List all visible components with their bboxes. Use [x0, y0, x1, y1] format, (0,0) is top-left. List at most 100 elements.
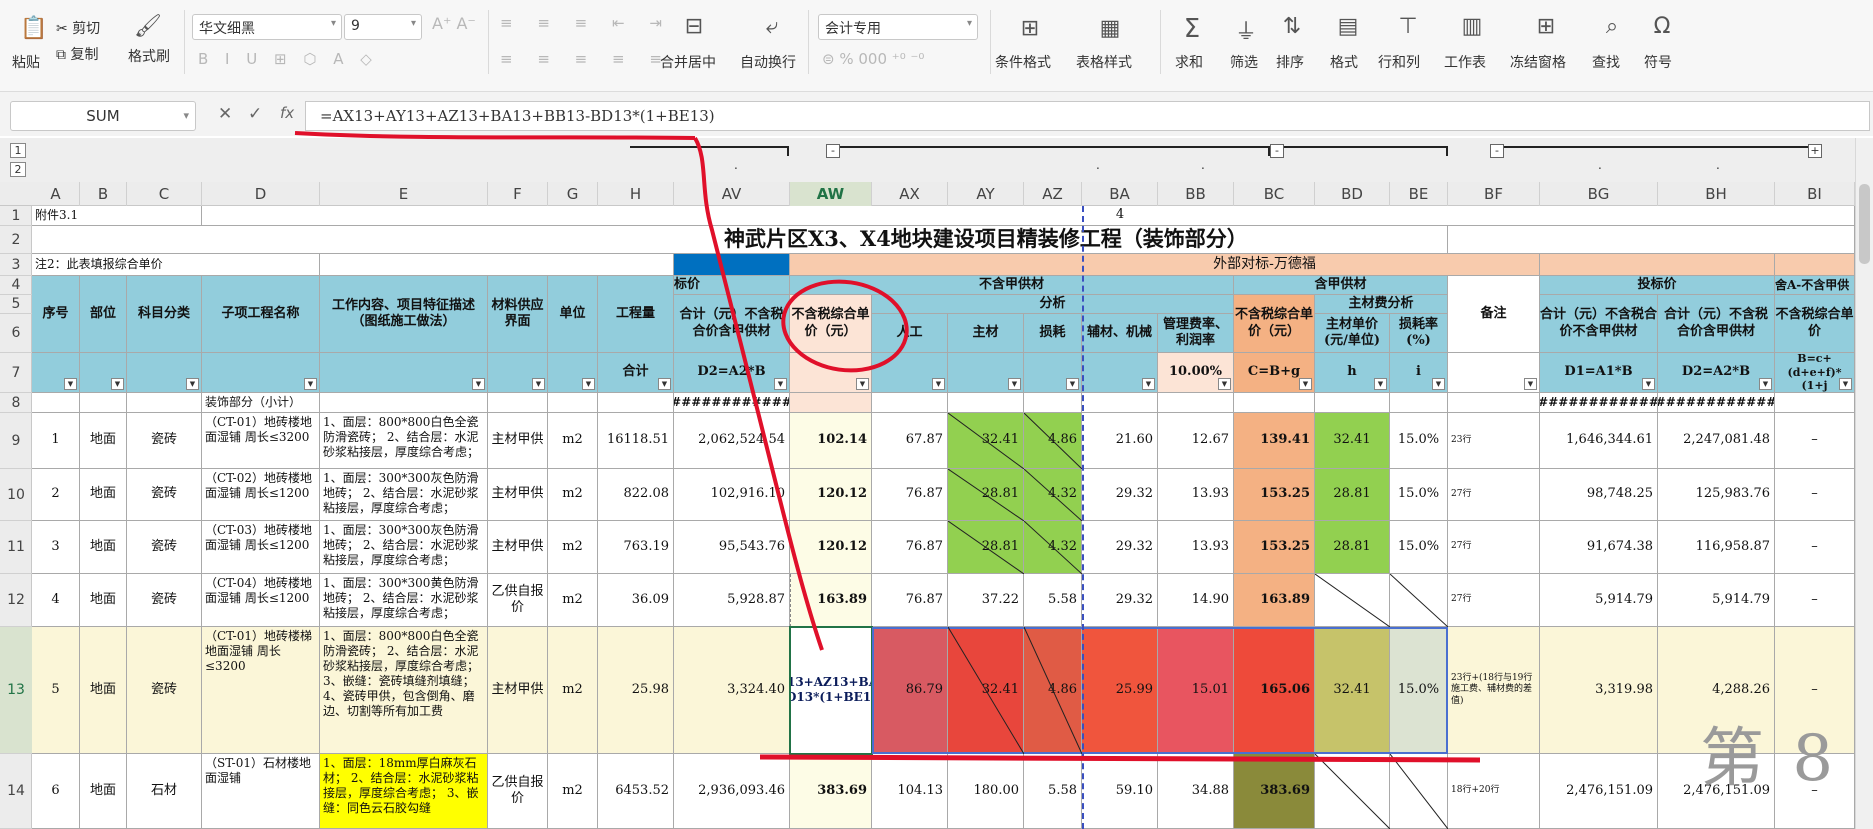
table-cell-az[interactable]: 4.86 — [1024, 627, 1082, 754]
header-analysis[interactable]: 分析 — [872, 295, 1234, 314]
subtotal-cell[interactable] — [548, 393, 598, 413]
table-cell-bg[interactable]: 91,674.38 — [1540, 521, 1658, 574]
table-cell-be[interactable] — [1390, 574, 1448, 627]
column-header-c[interactable]: C — [127, 182, 202, 206]
table-cell-name[interactable]: （ST-01）石材楼地面湿铺 — [202, 754, 320, 829]
header-qty[interactable]: 工程量 — [598, 276, 674, 353]
table-cell-subj[interactable]: 瓷砖 — [127, 413, 202, 469]
table-cell-qty[interactable]: 25.98 — [598, 627, 674, 754]
table-cell-unit[interactable]: m2 — [548, 521, 598, 574]
number-format-select[interactable]: 会计专用 ▾ — [818, 14, 978, 40]
subtotal-cell[interactable] — [1448, 393, 1540, 413]
filter-dropdown-icon[interactable]: ▼ — [64, 378, 77, 390]
table-cell-subj[interactable]: 瓷砖 — [127, 521, 202, 574]
subtotal-cell[interactable] — [80, 393, 127, 413]
column-header-az[interactable]: AZ — [1024, 182, 1082, 206]
outline-level-2[interactable]: 2 — [10, 162, 26, 177]
cell-bg3[interactable] — [1540, 254, 1775, 276]
header-main-fee[interactable]: 主材费分析 — [1315, 295, 1448, 314]
header-aw[interactable]: 不含税综合单价（元） — [790, 295, 872, 353]
cell-bh7[interactable]: D2=A2*B — [1658, 353, 1775, 393]
column-header-bh[interactable]: BH — [1658, 182, 1775, 206]
table-cell-work[interactable]: 1、面层：300*300黄色防滑地砖； 2、结合层：水泥砂浆粘接层，厚度综合考虑… — [320, 574, 488, 627]
filter-dropdown-icon[interactable]: ▼ — [1299, 378, 1312, 390]
column-header-ax[interactable]: AX — [872, 182, 948, 206]
table-cell-bf[interactable]: 23行+(18行与19行施工费、辅材费的差值) — [1448, 627, 1540, 754]
filter-dropdown-icon[interactable]: ▼ — [932, 378, 945, 390]
table-cell-name[interactable]: （CT-01）地砖楼梯地面湿铺 周长≤3200 — [202, 627, 320, 754]
table-cell-ay[interactable]: 32.41 — [948, 627, 1024, 754]
table-cell-be[interactable]: 15.0% — [1390, 521, 1448, 574]
table-cell-bd[interactable] — [1315, 754, 1390, 829]
table-cell-iface[interactable]: 主材甲供 — [488, 627, 548, 754]
table-cell-ba[interactable]: 25.99 — [1082, 627, 1158, 754]
row-col-button[interactable]: 行和列 — [1378, 52, 1420, 72]
row-header-12[interactable]: 12 — [0, 574, 32, 627]
table-cell-bc[interactable]: 165.06 — [1234, 627, 1315, 754]
table-cell-ay[interactable]: 180.00 — [948, 754, 1024, 829]
table-cell-bd[interactable]: 28.81 — [1315, 469, 1390, 521]
table-cell-ax[interactable]: 76.87 — [872, 574, 948, 627]
header-bh[interactable]: 合计（元）不含税合价含甲供材 — [1658, 295, 1775, 353]
column-header-a[interactable]: A — [32, 182, 80, 206]
table-cell-iface[interactable]: 乙供自报价 — [488, 754, 548, 829]
header-bi-price[interactable]: 不含税综合单价 — [1775, 295, 1855, 353]
table-cell-bc[interactable]: 383.69 — [1234, 754, 1315, 829]
subtotal-cell[interactable] — [1315, 393, 1390, 413]
table-cell-seq[interactable]: 3 — [32, 521, 80, 574]
column-header-e[interactable]: E — [320, 182, 488, 206]
cell-bi3[interactable] — [1775, 254, 1855, 276]
filter-cell[interactable] — [202, 353, 320, 393]
worksheet-button[interactable]: 工作表 — [1444, 52, 1486, 72]
column-header-d[interactable]: D — [202, 182, 320, 206]
font-name-select[interactable]: 华文细黑 ▾ — [192, 14, 342, 40]
table-cell-av[interactable]: 3,324.40 — [674, 627, 790, 754]
scrollbar-thumb[interactable] — [1859, 184, 1870, 264]
table-cell-name[interactable]: （CT-03）地砖楼地面湿铺 周长≤1200 — [202, 521, 320, 574]
table-cell-av[interactable]: 5,928.87 — [674, 574, 790, 627]
header-bc[interactable]: 不含税综合单价（元） — [1234, 295, 1315, 353]
row-header-2[interactable]: 2 — [0, 226, 32, 254]
table-cell-name[interactable]: （CT-04）地砖楼地面湿铺 周长≤1200 — [202, 574, 320, 627]
table-cell-unit[interactable]: m2 — [548, 469, 598, 521]
header-bi[interactable]: 舍A-不含甲供 — [1775, 276, 1855, 295]
table-cell-iface[interactable]: 主材甲供 — [488, 413, 548, 469]
table-cell-subj[interactable]: 石材 — [127, 754, 202, 829]
table-cell-bd[interactable]: 32.41 — [1315, 413, 1390, 469]
filter-dropdown-icon[interactable]: ▼ — [1218, 378, 1231, 390]
filter-dropdown-icon[interactable]: ▼ — [1142, 378, 1155, 390]
table-cell-bh[interactable]: 2,247,081.48 — [1658, 413, 1775, 469]
table-cell-aw[interactable]: 163.89 — [790, 574, 872, 627]
table-cell-seq[interactable]: 5 — [32, 627, 80, 754]
table-cell-bd[interactable] — [1315, 574, 1390, 627]
find-button[interactable]: 查找 — [1592, 52, 1620, 72]
subtotal-cell[interactable] — [488, 393, 548, 413]
table-cell-aw[interactable]: 383.69 — [790, 754, 872, 829]
table-cell-ax[interactable]: 76.87 — [872, 469, 948, 521]
table-cell-aw[interactable]: 102.14 — [790, 413, 872, 469]
table-cell-bf[interactable]: 27行 — [1448, 521, 1540, 574]
table-cell-seq[interactable]: 2 — [32, 469, 80, 521]
confirm-icon[interactable]: ✓ — [248, 104, 262, 124]
font-size-select[interactable]: 9 ▾ — [344, 14, 422, 40]
row-header-14[interactable]: 14 — [0, 754, 32, 829]
row-header-11[interactable]: 11 — [0, 521, 32, 574]
table-cell-bi[interactable]: – — [1775, 521, 1855, 574]
cell-ba1[interactable]: 4 — [1082, 206, 1158, 226]
cell-av3[interactable] — [674, 254, 790, 276]
table-cell-bb[interactable]: 14.90 — [1158, 574, 1234, 627]
table-cell-work[interactable]: 1、面层：300*300灰色防滑地砖； 2、结合层：水泥砂浆粘接层，厚度综合考虑… — [320, 469, 488, 521]
table-cell-bb[interactable]: 13.93 — [1158, 469, 1234, 521]
table-cell-ba[interactable]: 29.32 — [1082, 469, 1158, 521]
table-cell-bg[interactable]: 3,319.98 — [1540, 627, 1658, 754]
format-button[interactable]: 格式 — [1330, 52, 1358, 72]
column-header-bd[interactable]: BD — [1315, 182, 1390, 206]
table-cell-av[interactable]: 2,936,093.46 — [674, 754, 790, 829]
column-header-b[interactable]: B — [80, 182, 127, 206]
table-style-button[interactable]: 表格样式 — [1076, 52, 1132, 72]
header-subject[interactable]: 科目分类 — [127, 276, 202, 353]
column-header-bf[interactable]: BF — [1448, 182, 1540, 206]
subtotal-cell[interactable] — [1390, 393, 1448, 413]
table-cell-ay[interactable]: 37.22 — [948, 574, 1024, 627]
subtotal-cell[interactable] — [1082, 393, 1158, 413]
